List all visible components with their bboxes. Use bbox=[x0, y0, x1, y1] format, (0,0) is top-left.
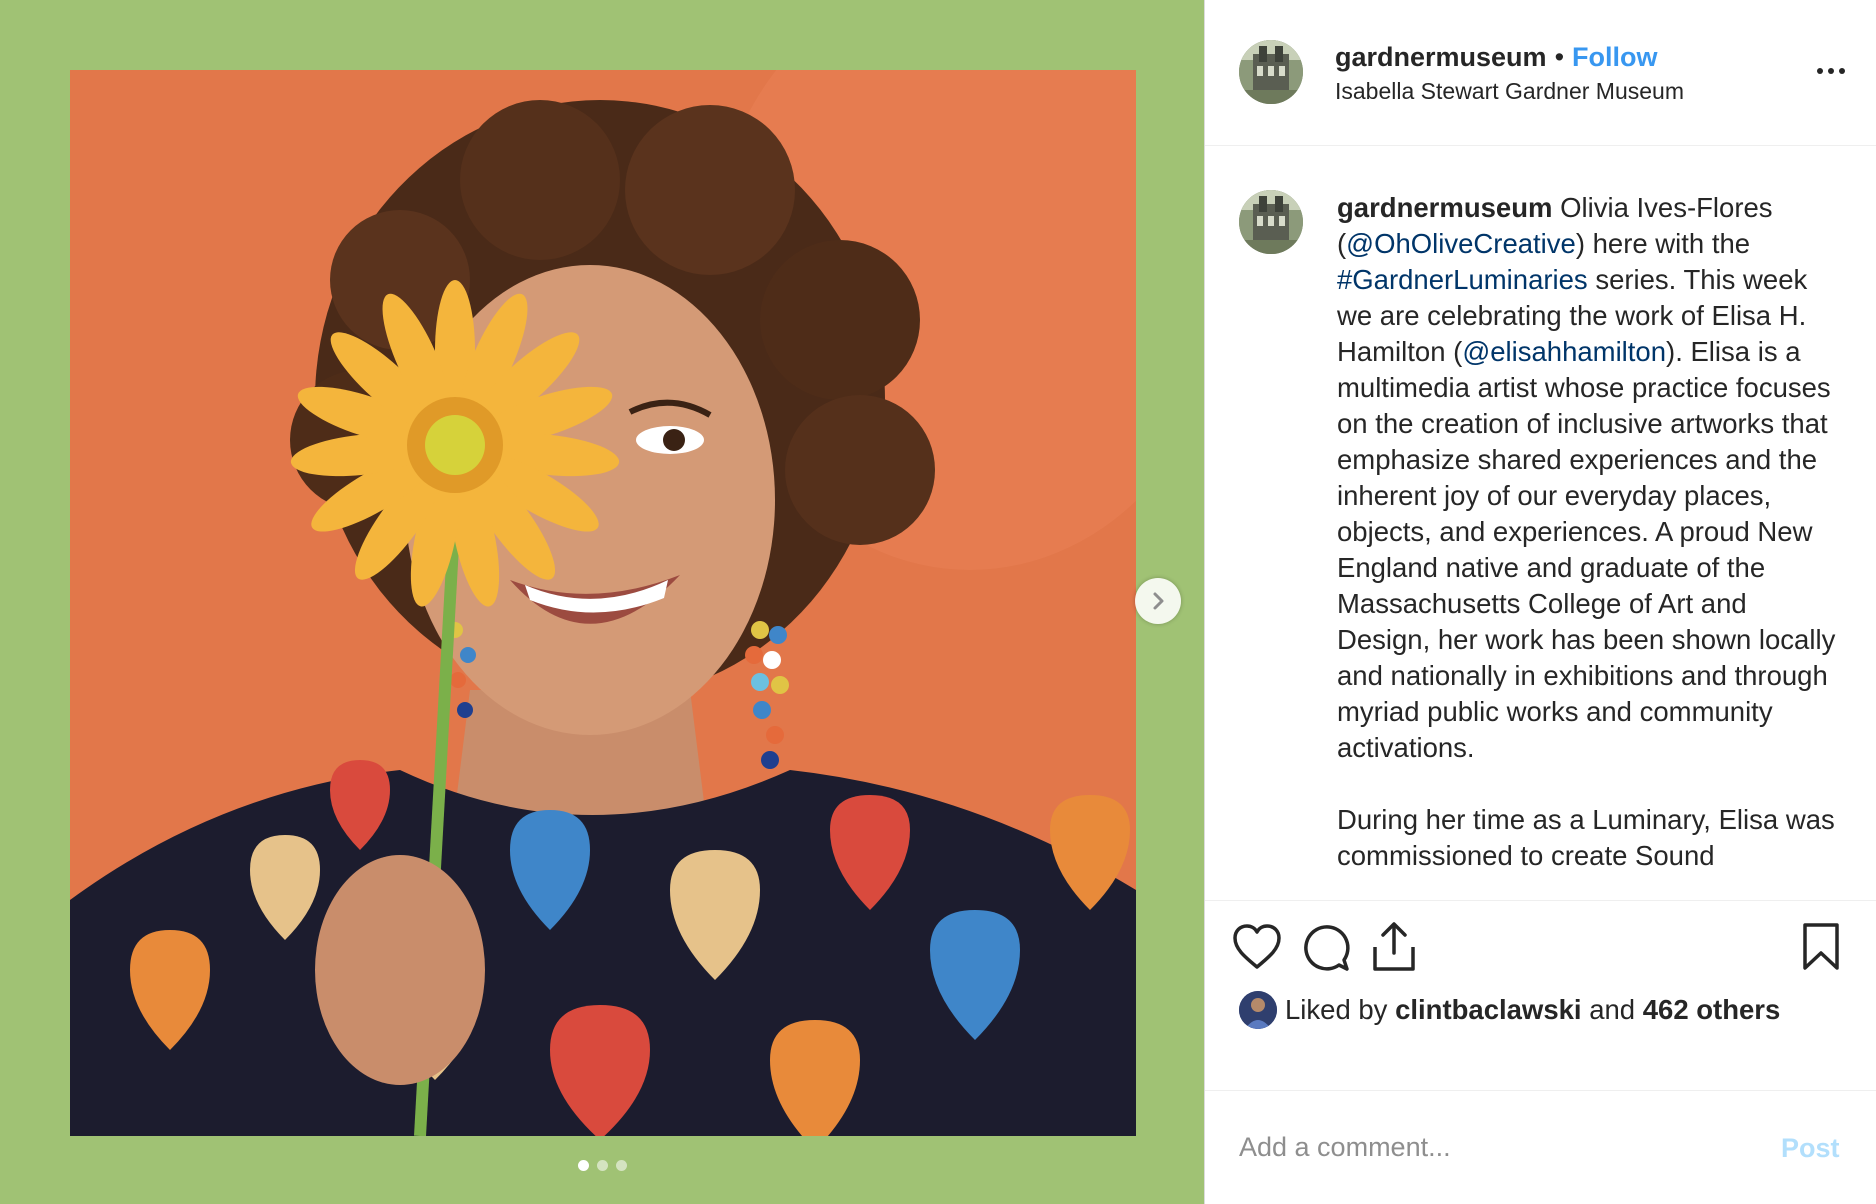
caption-text: ) here with the bbox=[1575, 228, 1751, 259]
next-slide-button[interactable] bbox=[1135, 578, 1181, 624]
post-details-panel: gardnermuseum • Follow Isabella Stewart Ga… bbox=[1204, 0, 1876, 1204]
like-button[interactable] bbox=[1231, 923, 1283, 976]
caption-paragraph: gardnermuseum Olivia Ives-Flores (@OhOli… bbox=[1337, 190, 1842, 766]
add-comment-bar: Post bbox=[1205, 1090, 1876, 1204]
post-media[interactable] bbox=[0, 0, 1204, 1204]
post-caption: gardnermuseum Olivia Ives-Flores (@OhOli… bbox=[1337, 190, 1842, 874]
likes-and-label: and bbox=[1589, 994, 1636, 1025]
post-photo bbox=[70, 70, 1136, 1136]
username-line: gardnermuseum • Follow bbox=[1335, 42, 1658, 73]
hashtag-link[interactable]: #GardnerLuminaries bbox=[1337, 264, 1588, 295]
ellipsis-icon bbox=[1839, 68, 1845, 74]
share-button[interactable] bbox=[1369, 921, 1419, 978]
likes-count-link[interactable]: 462 others bbox=[1643, 994, 1781, 1026]
username-link[interactable]: gardnermuseum bbox=[1335, 42, 1547, 72]
liker-avatar-image bbox=[1239, 991, 1277, 1029]
carousel-dot bbox=[577, 1160, 589, 1171]
portrait-image bbox=[70, 70, 1136, 1136]
carousel-dot bbox=[615, 1160, 627, 1171]
follow-button[interactable]: Follow bbox=[1572, 42, 1657, 72]
liked-by-label: Liked by bbox=[1285, 994, 1388, 1025]
museum-building-avatar-image bbox=[1239, 190, 1303, 254]
museum-building-avatar-image bbox=[1239, 40, 1303, 104]
comment-button[interactable] bbox=[1301, 923, 1351, 978]
post-header: gardnermuseum • Follow Isabella Stewart Ga… bbox=[1205, 0, 1876, 146]
caption-avatar[interactable] bbox=[1239, 190, 1303, 254]
liker-username-link[interactable]: clintbaclawski bbox=[1395, 994, 1581, 1026]
more-options-button[interactable] bbox=[1811, 56, 1851, 86]
bookmark-icon bbox=[1803, 923, 1839, 970]
instagram-post: gardnermuseum • Follow Isabella Stewart Ga… bbox=[0, 0, 1876, 1204]
save-button[interactable] bbox=[1799, 921, 1843, 978]
liker-avatar[interactable] bbox=[1239, 991, 1277, 1029]
separator-dot: • bbox=[1554, 42, 1565, 72]
comment-bubble-icon bbox=[1304, 925, 1350, 971]
ellipsis-icon bbox=[1817, 68, 1823, 74]
share-upload-icon bbox=[1373, 922, 1415, 971]
avatar[interactable] bbox=[1239, 40, 1303, 104]
mention-link[interactable]: @OhOliveCreative bbox=[1346, 228, 1576, 259]
location-link[interactable]: Isabella Stewart Gardner Museum bbox=[1335, 78, 1684, 105]
carousel-dot bbox=[596, 1160, 608, 1171]
caption-text: ). Elisa is a multimedia artist whose pr… bbox=[1337, 336, 1836, 763]
likes-summary: Liked by clintbaclawski and 462 others bbox=[1239, 989, 1780, 1031]
mention-link[interactable]: @elisahhamilton bbox=[1462, 336, 1666, 367]
ellipsis-icon bbox=[1828, 68, 1834, 74]
post-comment-button[interactable]: Post bbox=[1781, 1133, 1840, 1164]
post-actions: Liked by clintbaclawski and 462 others bbox=[1205, 900, 1876, 1090]
chevron-right-icon bbox=[1153, 592, 1164, 610]
caption-paragraph: During her time as a Luminary, Elisa was… bbox=[1337, 804, 1835, 871]
caption-username-link[interactable]: gardnermuseum bbox=[1337, 192, 1552, 223]
carousel-indicator bbox=[0, 1160, 1204, 1171]
comment-input[interactable] bbox=[1239, 1123, 1759, 1171]
comments-section[interactable]: gardnermuseum Olivia Ives-Flores (@OhOli… bbox=[1205, 146, 1876, 900]
heart-icon bbox=[1233, 924, 1281, 969]
